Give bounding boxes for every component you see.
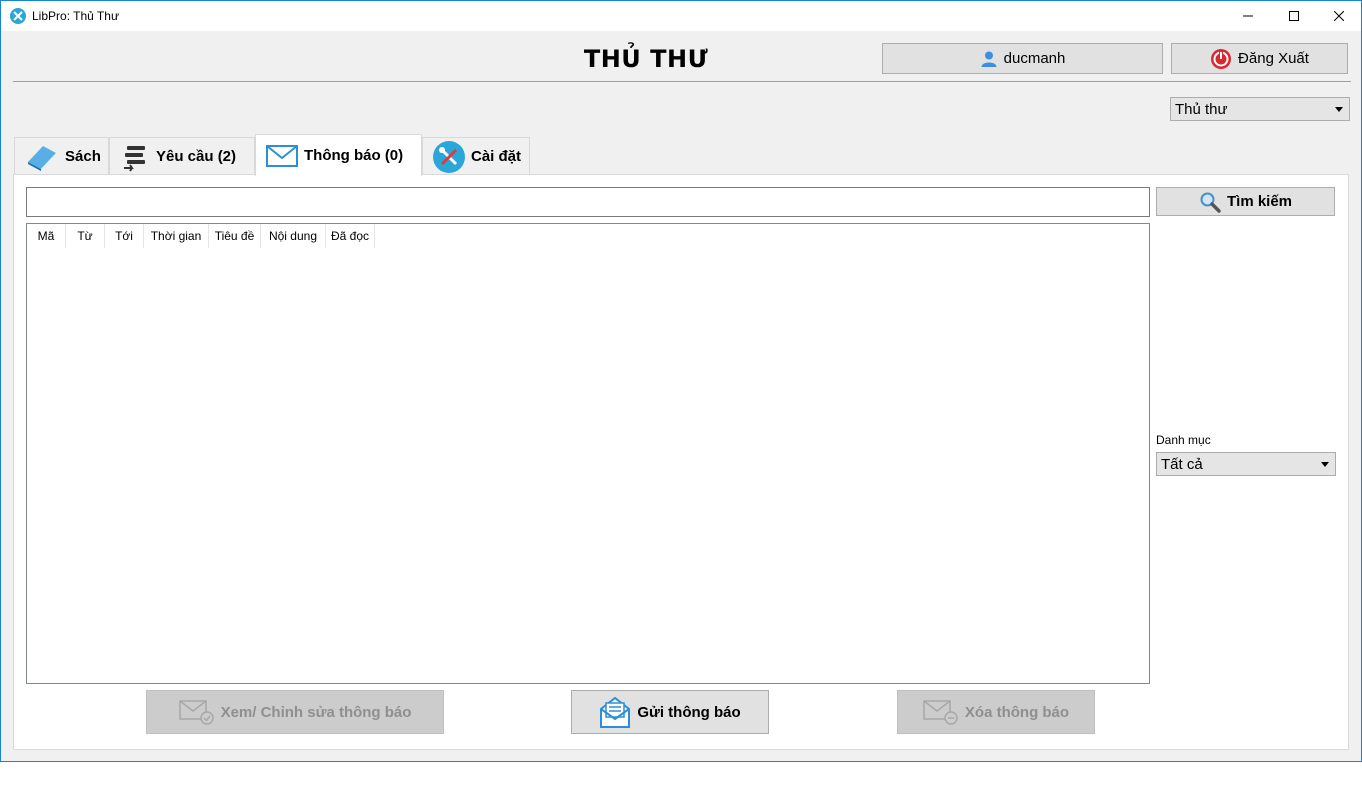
tab-books[interactable]: Sách xyxy=(14,137,109,175)
delete-notification-button[interactable]: Xóa thông báo xyxy=(897,690,1095,734)
minimize-button[interactable] xyxy=(1225,1,1271,31)
delete-notification-label: Xóa thông báo xyxy=(964,703,1070,721)
page-title: THỦ THƯ xyxy=(583,45,709,73)
tab-books-label: Sách xyxy=(65,148,101,165)
send-notification-label: Gửi thông báo xyxy=(637,703,741,721)
close-icon xyxy=(1334,11,1344,21)
tab-notifications-label: Thông báo (0) xyxy=(304,147,404,164)
logout-button[interactable]: Đăng Xuất xyxy=(1171,43,1348,74)
maximize-button[interactable] xyxy=(1271,1,1317,31)
search-icon xyxy=(1200,192,1221,213)
notifications-table[interactable]: Mã Từ Tới Thời gian Tiêu đề Nội dung Đã … xyxy=(26,223,1150,684)
tab-requests-label: Yêu cầu (2) xyxy=(156,148,237,165)
role-select[interactable]: Thủ thư xyxy=(1170,97,1350,121)
user-button[interactable]: ducmanh xyxy=(882,43,1163,74)
header-divider xyxy=(13,81,1351,82)
tab-settings-label: Cài đặt xyxy=(471,148,522,165)
column-header-from[interactable]: Từ xyxy=(66,224,105,248)
column-header-time[interactable]: Thời gian xyxy=(144,224,209,248)
chevron-down-icon xyxy=(1321,462,1329,467)
column-header-to[interactable]: Tới xyxy=(105,224,144,248)
envelope-remove-icon xyxy=(923,700,958,725)
category-label: Danh mục xyxy=(1156,433,1211,447)
search-button[interactable]: Tìm kiếm xyxy=(1156,187,1335,216)
app-icon xyxy=(10,8,26,24)
requests-icon xyxy=(124,145,145,172)
search-input[interactable] xyxy=(26,187,1150,217)
send-envelope-icon xyxy=(600,696,631,728)
maximize-icon xyxy=(1289,11,1299,21)
chevron-down-icon xyxy=(1335,107,1343,112)
category-select-value: Tất cả xyxy=(1161,455,1203,473)
view-edit-notification-label: Xem/ Chỉnh sửa thông báo xyxy=(220,703,412,721)
view-edit-notification-button[interactable]: Xem/ Chỉnh sửa thông báo xyxy=(146,690,444,734)
role-select-value: Thủ thư xyxy=(1175,100,1228,118)
user-icon xyxy=(981,51,997,67)
table-header: Mã Từ Tới Thời gian Tiêu đề Nội dung Đã … xyxy=(27,224,375,248)
minimize-icon xyxy=(1243,15,1253,17)
title-bar: LibPro: Thủ Thư xyxy=(1,1,1361,31)
column-header-subject[interactable]: Tiêu đề xyxy=(209,224,261,248)
send-notification-button[interactable]: Gửi thông báo xyxy=(571,690,769,734)
window-title: LibPro: Thủ Thư xyxy=(32,9,119,23)
column-header-content[interactable]: Nội dung xyxy=(261,224,326,248)
tab-settings[interactable]: Cài đặt xyxy=(422,137,530,175)
tab-requests[interactable]: Yêu cầu (2) xyxy=(109,137,255,175)
main-window: LibPro: Thủ Thư THỦ THƯ ducmanh Đăng Xuấ… xyxy=(0,0,1362,762)
tab-notifications[interactable]: Thông báo (0) xyxy=(255,134,422,176)
column-header-read[interactable]: Đã đọc xyxy=(326,224,375,248)
close-button[interactable] xyxy=(1316,1,1362,31)
search-button-label: Tìm kiếm xyxy=(1226,193,1293,210)
settings-icon xyxy=(433,140,465,173)
envelope-check-icon xyxy=(178,700,214,725)
book-icon xyxy=(28,145,56,171)
power-icon xyxy=(1211,48,1232,69)
envelope-icon xyxy=(266,144,298,167)
user-label: ducmanh xyxy=(1003,50,1066,67)
logout-label: Đăng Xuất xyxy=(1238,50,1309,67)
category-select[interactable]: Tất cả xyxy=(1156,452,1336,476)
column-header-id[interactable]: Mã xyxy=(27,224,66,248)
